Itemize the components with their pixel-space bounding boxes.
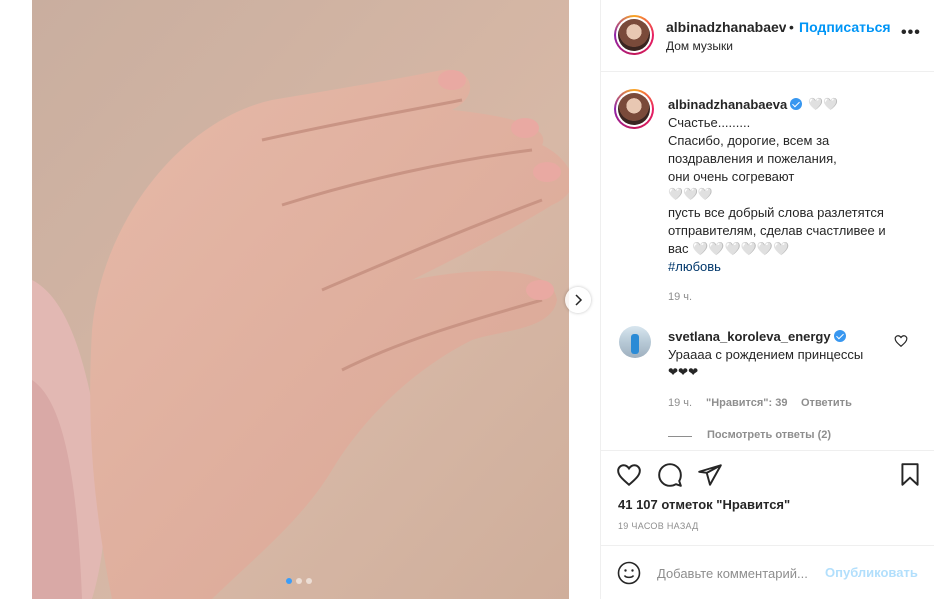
hashtag-link[interactable]: #любовь (668, 259, 721, 274)
more-options-icon[interactable]: ••• (901, 24, 921, 42)
comment-icon[interactable] (657, 462, 683, 488)
share-icon[interactable] (697, 462, 723, 488)
caption-line: Спасибо, дорогие, всем за (668, 133, 830, 148)
commenter-avatar[interactable] (619, 326, 651, 358)
chevron-right-icon (575, 294, 583, 306)
next-slide-button[interactable] (565, 287, 591, 313)
caption-line: они очень согревают (668, 169, 795, 184)
post-photo (32, 0, 569, 599)
slide-dot (306, 578, 312, 584)
caption-emoji: 🤍🤍 (808, 97, 838, 111)
baby-hand-image (32, 0, 569, 599)
slide-dot (286, 578, 292, 584)
publish-button[interactable]: Опубликовать (825, 565, 918, 580)
caption-line: вас 🤍🤍🤍🤍🤍🤍 (668, 241, 790, 256)
emoji-icon[interactable] (617, 561, 641, 585)
caption-line: 🤍🤍🤍 (668, 187, 713, 201)
post-timestamp[interactable]: 19 ЧАСОВ НАЗАД (618, 521, 699, 531)
header-separator: • (789, 19, 794, 35)
post-side-panel: albinadzhanabaeva • Подписаться Дом музы… (600, 0, 934, 599)
slide-indicator (286, 578, 312, 584)
comment-like-heart-icon[interactable] (894, 334, 908, 348)
reply-button[interactable]: Ответить (801, 397, 852, 409)
slide-dot (296, 578, 302, 584)
caption-avatar[interactable] (614, 89, 654, 129)
comment-hearts: ❤❤❤ (668, 365, 699, 379)
caption-time[interactable]: 19 ч. (668, 291, 692, 303)
post-header: albinadzhanabaeva • Подписаться Дом музы… (601, 0, 934, 72)
verified-badge-icon (833, 330, 846, 342)
caption-line: Счастье......... (668, 115, 751, 130)
comment-likes-count[interactable]: "Нравится": 39 (706, 397, 787, 409)
divider (601, 545, 934, 546)
comment-text: Ураааа с рождением принцессы (668, 347, 864, 362)
author-username[interactable]: albinadzhanabaeva (666, 19, 786, 35)
commenter-username[interactable]: svetlana_koroleva_energy (668, 329, 846, 344)
comment-time[interactable]: 19 ч. (668, 397, 692, 409)
comment-input[interactable] (657, 562, 823, 584)
location-link[interactable]: Дом музыки (666, 39, 733, 53)
likes-count[interactable]: 41 107 отметок "Нравится" (618, 497, 790, 512)
replies-divider (668, 436, 692, 437)
verified-badge-icon (790, 98, 803, 110)
caption-line: пусть все добрый слова разлетятся (668, 205, 884, 220)
caption-username[interactable]: albinadzhanabaeva (668, 97, 803, 112)
bookmark-icon[interactable] (897, 462, 923, 488)
caption-line: отправителям, сделав счастливее и (668, 223, 886, 238)
heart-icon[interactable] (616, 462, 642, 488)
follow-button[interactable]: Подписаться (799, 19, 891, 35)
divider (601, 450, 934, 451)
caption-line: поздравления и пожелания, (668, 151, 837, 166)
author-avatar[interactable] (614, 15, 654, 55)
view-replies-button[interactable]: Посмотреть ответы (2) (707, 429, 831, 441)
